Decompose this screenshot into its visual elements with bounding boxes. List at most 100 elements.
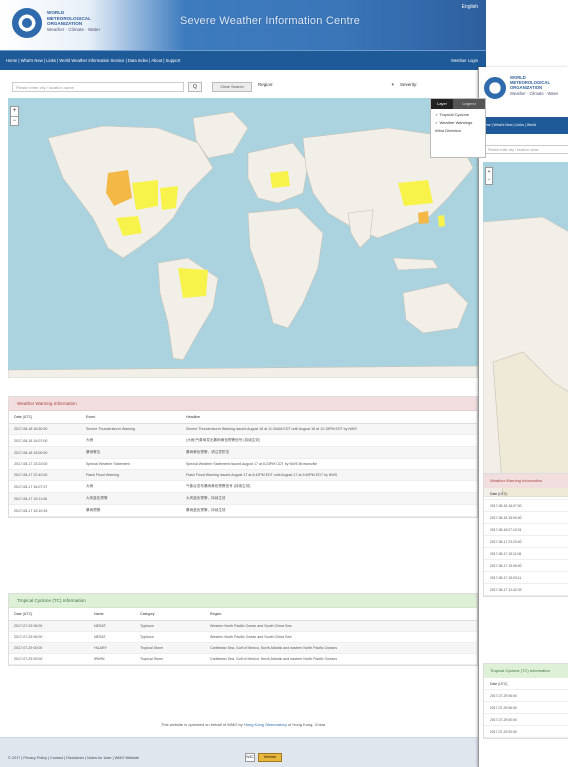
cell-event: 暴雨预警 <box>81 504 181 517</box>
world-map-svg <box>8 111 478 378</box>
cell-event: Flash Flood Warning <box>81 469 181 481</box>
region-label: Region: <box>258 82 274 87</box>
secondary-warning-header: Date (UTC) <box>484 488 568 500</box>
list-item[interactable]: 2017-08-18 07:10:01 <box>484 524 568 536</box>
tropical-cyclone-panel: Tropical Cyclone (TC) Information Date (… <box>8 593 478 666</box>
list-item[interactable]: 2017-07-29 06:00 <box>484 702 568 714</box>
list-item[interactable]: 2017-08-17 23:23:00 <box>484 536 568 548</box>
cell-headline: 大风蓝色预警，持续生效 <box>181 492 477 505</box>
table-row[interactable]: 2017-08-18 16:07:00 大雨 (大雨)气象局发出暴雨黄色预警信号 (… <box>9 434 477 447</box>
secondary-search-input[interactable]: Please enter city / location name <box>485 145 568 154</box>
wmo-logo-icon[interactable] <box>12 8 42 38</box>
table-row[interactable]: 2017-07-29 00:00 HILARY Tropical Storm Cari… <box>9 642 477 654</box>
list-item[interactable]: 2017-08-17 15:03:11 <box>484 572 568 584</box>
list-item[interactable]: 2017-08-17 15:06:00 <box>484 560 568 572</box>
location-search-input[interactable]: Please enter city / location name <box>12 82 184 92</box>
secondary-zoom-control: + − <box>485 167 493 185</box>
layer-option-warnings[interactable]: ✓ Weather Warnings <box>431 117 485 125</box>
list-item[interactable]: 2017-07-29 00:00 <box>484 726 568 738</box>
cell-event: 暴雨警告 <box>81 446 181 459</box>
wmo-logo-icon[interactable] <box>484 77 506 99</box>
cell-region: Western North Pacific Ocean and South Ch… <box>205 631 477 643</box>
table-row[interactable]: 2017-08-17 15:10:39 暴雨预警 暴雨蓝色预警，持续生效 <box>9 504 477 517</box>
cell-date: 2017-08-17 23:23:00 <box>9 458 81 470</box>
cell-date: 2017-08-17 16:07:37 <box>9 480 81 493</box>
cell-event: 大风蓝色预警 <box>81 492 181 505</box>
zoom-in-button[interactable]: + <box>11 107 18 116</box>
list-item[interactable]: 2017-08-18 15:00:00 <box>484 512 568 524</box>
cell-headline: 暴雨蓝色预警，持续生效 <box>181 504 477 517</box>
operator-link[interactable]: Hong Kong Observatory <box>244 722 287 727</box>
secondary-warning-panel: Weather Warning Information Date (UTC) 2… <box>483 473 568 597</box>
search-button[interactable]: Q <box>188 82 202 92</box>
table-row[interactable]: 2017-07-29 00:00 IRWIN Tropical Storm Carib… <box>9 653 477 665</box>
tab-legend[interactable]: Legend <box>453 99 485 109</box>
zoom-out-button[interactable]: − <box>11 116 18 125</box>
column-header-category: Category <box>135 608 205 621</box>
nav-links[interactable]: Home | What's New | Links | World Weathe… <box>6 58 180 63</box>
website-badge[interactable]: Website <box>258 753 282 762</box>
secondary-map-svg <box>483 216 568 497</box>
column-header-event: Event <box>81 411 181 424</box>
australia-land <box>402 282 469 334</box>
footnote-suffix: of Hong Kong, China <box>287 722 326 727</box>
site-footer: © 2017 | Privacy Policy | Contact | Disc… <box>0 737 486 767</box>
table-row[interactable]: 2017-08-17 22:42:00 Flash Flood Warning Fl… <box>9 469 477 481</box>
indonesia-land <box>392 257 439 271</box>
cell-category: Typhoon <box>135 631 205 643</box>
language-selector[interactable]: English <box>462 4 478 10</box>
cell-date: 2017-07-29 00:00 <box>9 653 89 665</box>
cell-name: NESAT <box>89 631 135 643</box>
main-window: WORLD METEOROLOGICAL ORGANIZATION Weathe… <box>0 0 486 767</box>
zoom-in-button[interactable]: + <box>486 168 492 176</box>
warning-area-china <box>398 180 433 206</box>
cell-region: Caribbean Sea, Gulf of Mexico, North Atl… <box>205 653 477 665</box>
india-land <box>347 209 374 249</box>
secondary-tc-header: Date (UTC) <box>484 678 568 690</box>
warning-area-usa-east <box>160 186 178 210</box>
layer-option-wind[interactable]: Wind Direction <box>431 125 485 133</box>
list-item[interactable]: 2017-07-29 00:00 <box>484 714 568 726</box>
tropical-cyclone-table: Date (UTC) Name Category Region 2017-07-… <box>9 608 477 665</box>
cell-event: 大雨 <box>81 480 181 493</box>
secondary-nav-links[interactable]: Home | What's New | Links | World <box>481 123 536 127</box>
region-select[interactable]: Region: ▾ <box>258 82 398 92</box>
cell-date: 2017-08-18 15:00:00 <box>9 446 81 459</box>
weather-warning-table: Date (UTC) Event Headline 2017-08-18 16:… <box>9 411 477 517</box>
map-zoom-control: + − <box>10 106 19 126</box>
member-login-link[interactable]: Member Login <box>451 58 478 63</box>
table-row[interactable]: 2017-08-17 23:23:00 Special Weather State… <box>9 458 477 470</box>
secondary-map[interactable] <box>483 162 568 497</box>
secondary-tc-title: Tropical Cyclone (TC) Information <box>484 664 568 678</box>
cell-date: 2017-08-17 22:42:00 <box>9 469 81 481</box>
layer-option-tc[interactable]: ✓ Tropical Cyclone <box>431 109 485 117</box>
world-map[interactable] <box>8 98 478 378</box>
list-item[interactable]: 2017-07-29 06:00 <box>484 690 568 702</box>
antarctica-land <box>8 365 478 378</box>
tab-layer[interactable]: Layer <box>431 99 453 109</box>
cell-date: 2017-08-17 15:11:06 <box>9 492 81 505</box>
cell-name: IRWIN <box>89 653 135 665</box>
list-item[interactable]: 2017-08-17 12:42:33 <box>484 584 568 596</box>
w3c-badge[interactable]: W3C <box>245 753 255 762</box>
table-row[interactable]: 2017-08-18 15:00:00 暴雨警告 暴雨黄色预警，请注意防范 <box>9 446 477 459</box>
table-row[interactable]: 2017-08-17 16:07:37 大雨 气象台发布暴雨黄色预警信号 (持续生效… <box>9 480 477 493</box>
table-row[interactable]: 2017-08-17 15:11:06 大风蓝色预警 大风蓝色预警，持续生效 <box>9 492 477 505</box>
clear-search-button[interactable]: Clear Search <box>212 82 252 92</box>
severity-label[interactable]: Severity: <box>400 82 418 87</box>
warning-area-philippines <box>438 215 445 227</box>
warning-area-usa-central <box>132 180 158 210</box>
cell-name: HILARY <box>89 642 135 654</box>
list-item[interactable]: 2017-08-17 15:11:06 <box>484 548 568 560</box>
cell-region: Western North Pacific Ocean and South Ch… <box>205 620 477 632</box>
table-row[interactable]: 2017-07-29 06:00 NESAT Typhoon Western Nort… <box>9 631 477 643</box>
warning-area-indochina <box>418 211 429 224</box>
table-row[interactable]: 2017-07-29 06:00 NESAT Typhoon Western Nort… <box>9 620 477 632</box>
map-layer-panel: Layer Legend ✓ Tropical Cyclone ✓ Weathe… <box>430 98 486 158</box>
list-item[interactable]: 2017-08-18 16:07:00 <box>484 500 568 512</box>
table-row[interactable]: 2017-08-18 16:30:00 Severe Thunderstorm W… <box>9 423 477 435</box>
cell-date: 2017-08-18 16:30:00 <box>9 423 81 435</box>
zoom-out-button[interactable]: − <box>486 176 492 184</box>
secondary-warning-title: Weather Warning Information <box>484 474 568 488</box>
footer-links[interactable]: © 2017 | Privacy Policy | Contact | Disc… <box>8 756 139 760</box>
